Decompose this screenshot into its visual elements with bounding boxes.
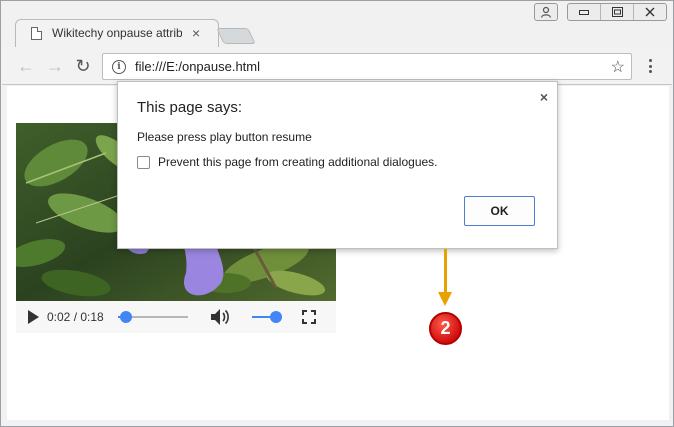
step-number-badge: 2: [429, 312, 462, 345]
seek-handle[interactable]: [119, 311, 132, 323]
seek-bar[interactable]: [117, 311, 188, 323]
minimize-button[interactable]: [568, 4, 601, 20]
speaker-icon: [210, 309, 229, 325]
volume-button[interactable]: [210, 308, 230, 326]
play-icon[interactable]: [28, 310, 39, 324]
new-tab-button[interactable]: [216, 28, 256, 44]
bookmark-star-icon[interactable]: ☆: [611, 57, 625, 77]
reload-button[interactable]: ↻: [73, 56, 93, 76]
dialog-title: This page says:: [137, 99, 243, 116]
dialog-close-icon[interactable]: ×: [540, 89, 548, 105]
browser-toolbar: ← → ↻ i file:///E:/onpause.html ☆: [2, 47, 672, 85]
volume-slider[interactable]: [251, 311, 282, 323]
prevent-dialogs-option[interactable]: Prevent this page from creating addition…: [137, 155, 438, 169]
browser-menu-icon[interactable]: [642, 57, 658, 75]
address-bar[interactable]: i file:///E:/onpause.html ☆: [102, 53, 632, 80]
back-button[interactable]: ←: [16, 56, 36, 76]
reload-icon: ↻: [75, 55, 91, 76]
info-icon[interactable]: i: [112, 59, 126, 74]
document-icon: [31, 26, 42, 40]
prevent-dialogs-checkbox[interactable]: [137, 155, 150, 169]
volume-handle[interactable]: [269, 311, 282, 323]
video-time: 0:02 / 0:18: [47, 310, 104, 324]
prevent-dialogs-label[interactable]: Prevent this page from creating addition…: [158, 155, 438, 169]
back-arrow-icon: ←: [17, 55, 35, 76]
alert-dialog: This page says: × Please press play butt…: [117, 81, 558, 249]
dialog-message: Please press play button resume: [137, 130, 312, 144]
window-controls: [567, 3, 667, 21]
url-text[interactable]: file:///E:/onpause.html: [135, 59, 260, 74]
close-icon: [645, 7, 655, 17]
close-window-button[interactable]: [634, 4, 666, 20]
forward-button[interactable]: →: [45, 56, 65, 76]
annotation-arrow-head: [438, 292, 452, 306]
browser-tab-content[interactable]: Wikitechy onpause attrib ×: [15, 19, 219, 47]
annotation-arrow-line: [444, 249, 447, 295]
restore-icon: [611, 7, 623, 17]
restore-button[interactable]: [601, 4, 634, 20]
fullscreen-icon[interactable]: [301, 310, 316, 324]
forward-arrow-icon: →: [46, 55, 64, 76]
user-icon: [540, 6, 552, 18]
video-controls: 0:02 / 0:18: [16, 301, 336, 333]
minimize-icon: [579, 10, 589, 15]
profile-button[interactable]: [534, 3, 558, 21]
ok-button[interactable]: OK: [464, 196, 535, 226]
tab-title: Wikitechy onpause attrib: [52, 26, 182, 40]
tab-close-icon[interactable]: ×: [192, 26, 200, 40]
